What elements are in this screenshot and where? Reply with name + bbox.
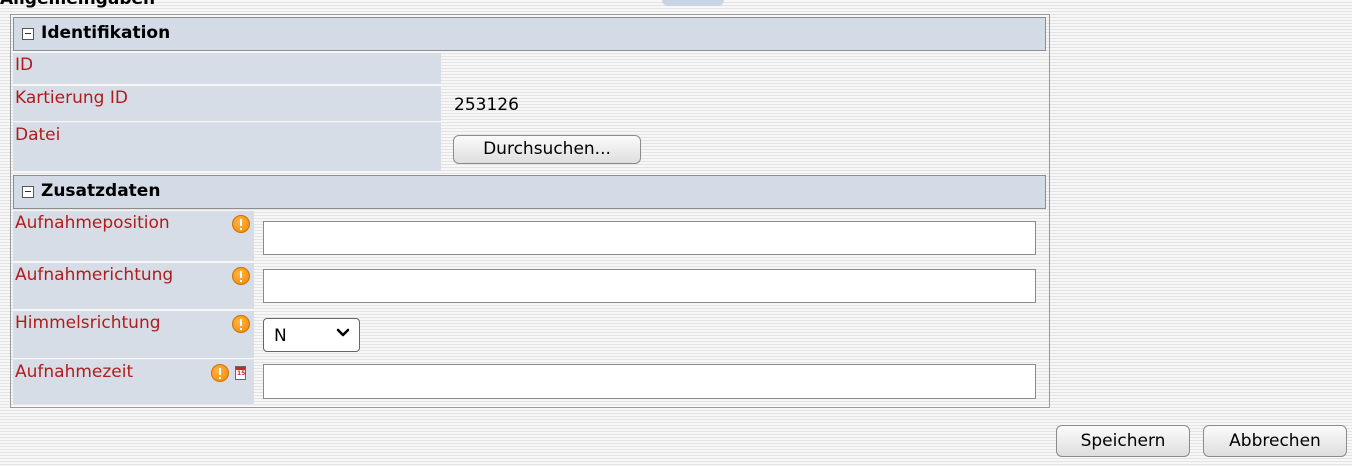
field-label-aufnahmeposition: Aufnahmeposition <box>15 213 170 233</box>
cancel-button[interactable]: Abbrechen <box>1203 425 1347 457</box>
form-row-id: ID <box>13 53 1046 84</box>
form-row-kartierung-id: Kartierung ID 253126 <box>13 86 1046 121</box>
field-label-himmelsrichtung: Himmelsrichtung <box>15 313 161 333</box>
select-value: N <box>274 326 287 346</box>
value-cell-datei: Durchsuchen... <box>441 123 1046 171</box>
section-title-zusatzdaten: Zusatzdaten <box>41 181 161 201</box>
field-label-id: ID <box>15 55 34 75</box>
field-label-aufnahmerichtung: Aufnahmerichtung <box>15 265 174 285</box>
warning-icon <box>232 267 250 285</box>
chevron-down-icon <box>336 328 350 337</box>
save-button[interactable]: Speichern <box>1056 425 1190 457</box>
label-cell: Aufnahmezeit 15 <box>13 360 254 404</box>
field-label-aufnahmezeit: Aufnahmezeit <box>15 362 134 382</box>
section-title-identifikation: Identifikation <box>41 23 171 43</box>
form-row-himmelsrichtung: Himmelsrichtung N <box>13 311 1046 358</box>
cut-off-heading: Allgemeingaben <box>0 0 155 8</box>
form-row-aufnahmeposition: Aufnahmeposition <box>13 211 1046 261</box>
collapse-icon[interactable] <box>22 28 34 40</box>
aufnahmezeit-input[interactable] <box>263 364 1036 399</box>
label-cell: Himmelsrichtung <box>13 311 254 358</box>
value-cell-kartierung-id: 253126 <box>441 86 1046 121</box>
value-cell-id <box>441 53 1046 84</box>
label-cell: Aufnahmerichtung <box>13 263 254 309</box>
section-header-identifikation[interactable]: Identifikation <box>13 17 1046 51</box>
label-cell: Datei <box>13 123 441 171</box>
cut-off-tab <box>662 0 724 6</box>
label-cell: Kartierung ID <box>13 86 441 121</box>
aufnahmeposition-input[interactable] <box>263 221 1036 255</box>
warning-icon <box>211 364 229 382</box>
collapse-icon[interactable] <box>22 186 34 198</box>
browse-button[interactable]: Durchsuchen... <box>453 135 641 164</box>
field-value-kartierung-id: 253126 <box>454 95 519 115</box>
form-row-datei: Datei Durchsuchen... <box>13 123 1046 171</box>
himmelsrichtung-select[interactable]: N <box>263 318 360 352</box>
form-row-aufnahmerichtung: Aufnahmerichtung <box>13 263 1046 309</box>
warning-icon <box>232 315 250 333</box>
warning-icon <box>232 215 250 233</box>
calendar-day: 15 <box>237 370 246 377</box>
label-cell: ID <box>13 53 441 84</box>
calendar-icon[interactable]: 15 <box>235 366 246 380</box>
label-cell: Aufnahmeposition <box>13 211 254 261</box>
field-label-datei: Datei <box>15 125 61 145</box>
form-row-aufnahmezeit: Aufnahmezeit 15 <box>13 360 1046 404</box>
section-header-zusatzdaten[interactable]: Zusatzdaten <box>13 175 1046 209</box>
aufnahmerichtung-input[interactable] <box>263 269 1036 303</box>
top-cut-area: Allgemeingaben <box>0 0 1352 8</box>
field-label-kartierung-id: Kartierung ID <box>15 88 128 108</box>
